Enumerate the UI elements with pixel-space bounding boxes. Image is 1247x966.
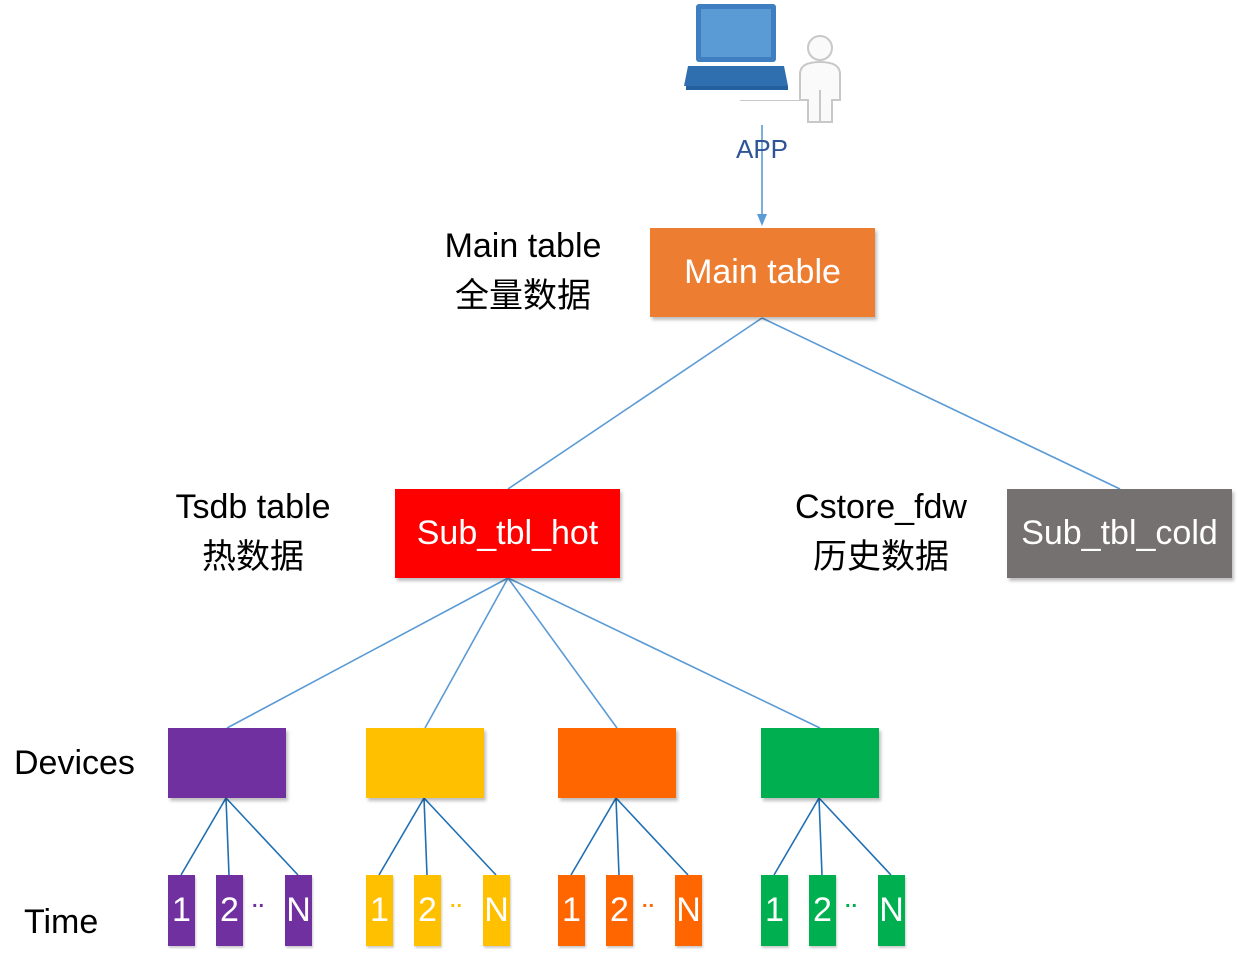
sub-tbl-hot-node: Sub_tbl_hot <box>395 489 620 578</box>
cold-table-side-subtitle: 历史数据 <box>813 538 949 576</box>
time-partition-1-1: 1 <box>168 875 195 946</box>
device-node-3 <box>558 728 676 798</box>
hot-to-device-line-4 <box>507 577 821 729</box>
device-2-to-leaf-line-1 <box>378 797 425 876</box>
time-partition-3-2: 2 <box>606 875 633 946</box>
time-row-label: Time <box>24 903 99 941</box>
device-1-to-leaf-line-3 <box>225 797 299 876</box>
main-table-side-subtitle: 全量数据 <box>455 277 591 315</box>
hot-table-description: Tsdb table 热数据 <box>150 482 356 582</box>
sub-tbl-hot-label: Sub_tbl_hot <box>416 514 599 552</box>
hot-to-device-line-3 <box>507 577 618 729</box>
app-label: APP <box>736 134 789 164</box>
device-3-to-leaf-line-1 <box>570 797 617 876</box>
device-1-to-leaf-line-2 <box>225 797 230 876</box>
time-partition-3-3: N <box>675 875 702 946</box>
time-partition-4-2: 2 <box>809 875 836 946</box>
hot-table-side-subtitle: 热数据 <box>202 538 304 576</box>
device-4-to-leaf-line-3 <box>818 797 892 876</box>
time-partition-3-1: 1 <box>558 875 585 946</box>
main-table-node: Main table <box>650 228 875 317</box>
devices-row-label: Devices <box>14 744 135 782</box>
device-2-to-leaf-line-3 <box>423 797 497 876</box>
device-3-to-leaf-line-2 <box>615 797 620 876</box>
main-table-side-title: Main table <box>444 227 602 265</box>
hot-table-side-title: Tsdb table <box>175 488 331 526</box>
user-icon <box>799 35 841 123</box>
ellipsis-4: .. <box>845 890 859 912</box>
device-4-to-leaf-line-2 <box>818 797 823 876</box>
ellipsis-2: .. <box>450 890 464 912</box>
time-partition-2-1: 1 <box>366 875 393 946</box>
main-table-description: Main table 全量数据 <box>420 221 626 321</box>
device-4-to-leaf-line-1 <box>773 797 820 876</box>
main-table-node-label: Main table <box>684 253 841 291</box>
time-partition-2-2: 2 <box>414 875 441 946</box>
cold-table-side-title: Cstore_fdw <box>795 488 967 526</box>
time-partition-4-1: 1 <box>761 875 788 946</box>
device-node-1 <box>168 728 286 798</box>
ellipsis-3: .. <box>642 890 656 912</box>
time-partition-4-3: N <box>878 875 905 946</box>
device-1-to-leaf-line-1 <box>180 797 227 876</box>
main-to-cold-line <box>761 317 1121 490</box>
main-to-hot-line <box>507 317 763 490</box>
ellipsis-1: .. <box>252 890 266 912</box>
device-2-to-leaf-line-2 <box>423 797 428 876</box>
time-partition-2-3: N <box>483 875 510 946</box>
device-3-to-leaf-line-3 <box>615 797 689 876</box>
device-node-2 <box>366 728 484 798</box>
device-node-4 <box>761 728 879 798</box>
app-arrow-head <box>757 214 767 226</box>
sub-tbl-cold-node: Sub_tbl_cold <box>1007 489 1232 578</box>
time-partition-1-2: 2 <box>216 875 243 946</box>
desk-line <box>740 100 802 101</box>
sub-tbl-cold-label: Sub_tbl_cold <box>1021 514 1218 552</box>
diagram-canvas: APP Main table 全量数据 Main table Tsdb tabl… <box>0 0 1247 966</box>
cold-table-description: Cstore_fdw 历史数据 <box>770 482 992 582</box>
time-partition-1-3: N <box>285 875 312 946</box>
